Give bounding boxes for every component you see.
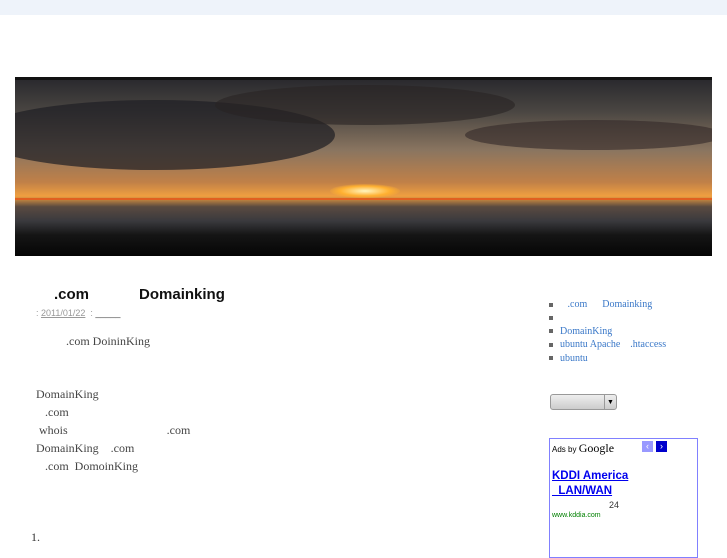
- post-meta: : 2011/01/22 : _____: [36, 308, 120, 318]
- ad-title-link[interactable]: KDDI America LAN/WAN: [552, 469, 628, 499]
- google-ad-box: Ads by Google ‹ › KDDI America LAN/WAN 2…: [549, 438, 698, 558]
- archive-select[interactable]: ▼: [550, 394, 617, 410]
- post-line: .com DomoinKing: [36, 459, 138, 473]
- post-date-link[interactable]: 2011/01/22: [41, 308, 85, 318]
- recent-post-link[interactable]: DomainKing: [549, 325, 666, 338]
- post-line: whois .com: [36, 423, 191, 437]
- recent-post-link[interactable]: [549, 311, 666, 324]
- recent-post-link[interactable]: ubuntu: [549, 352, 666, 365]
- post-line: DomainKing .com: [36, 441, 135, 455]
- post-title[interactable]: .com Domainking: [54, 286, 225, 303]
- chevron-down-icon: ▼: [604, 395, 616, 409]
- ad-description: 24: [609, 500, 620, 510]
- sun: [330, 184, 400, 198]
- post-line: DomainKing: [36, 387, 99, 401]
- post-line: .com: [36, 405, 69, 419]
- recent-post-link[interactable]: ubuntu Apache .htaccess: [549, 338, 666, 351]
- recent-posts-list: .com Domainking DomainKing ubuntu Apache…: [549, 298, 666, 365]
- list-marker: 1.: [31, 530, 40, 544]
- header-banner-image: [15, 80, 712, 256]
- prev-ad-icon[interactable]: ‹: [642, 441, 653, 452]
- next-ad-icon[interactable]: ›: [656, 441, 667, 452]
- ad-url[interactable]: www.kddia.com: [552, 512, 601, 519]
- recent-post-link[interactable]: .com Domainking: [549, 298, 666, 311]
- post-line: .com DoininKing: [36, 334, 150, 348]
- author-prefix: :: [85, 308, 96, 318]
- top-bar: [0, 0, 727, 15]
- ads-by-google-label[interactable]: Ads by Google: [552, 441, 614, 456]
- post-author-link[interactable]: _____: [95, 308, 120, 318]
